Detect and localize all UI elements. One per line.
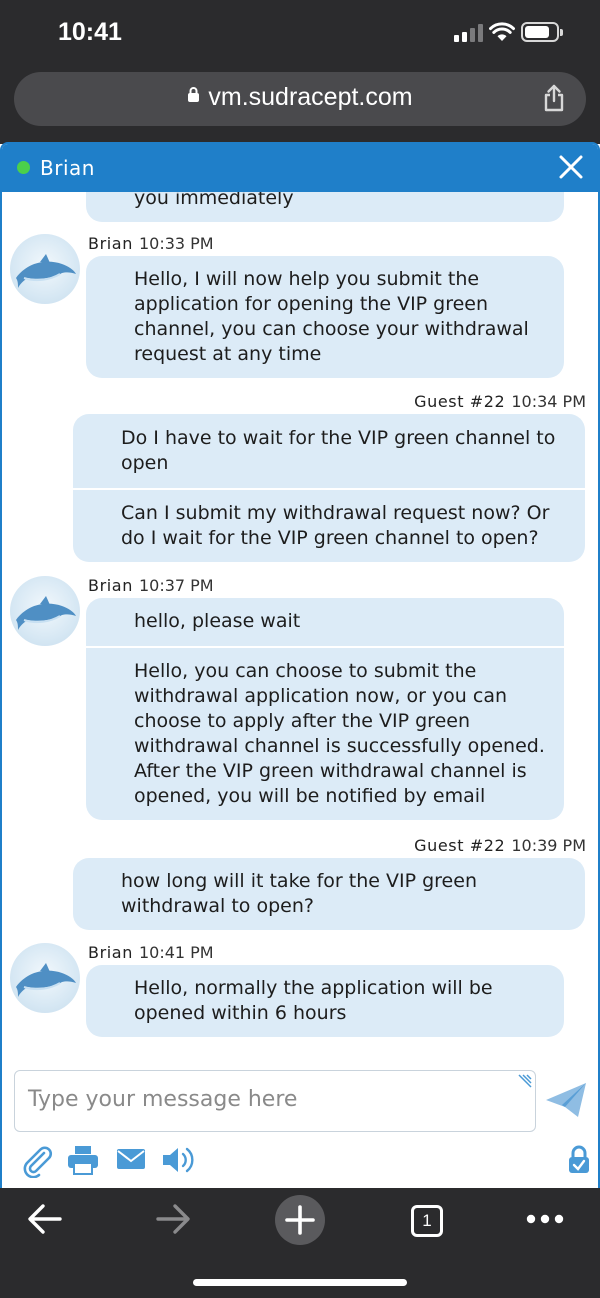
forward-icon[interactable] — [154, 1202, 192, 1236]
message-text: Hello, normally the application will be … — [134, 977, 493, 1024]
message-meta: Brian 10:33 PM — [88, 234, 214, 253]
message-bubble: how long will it take for the VIP green … — [73, 858, 585, 930]
online-status-icon — [17, 161, 30, 174]
sound-icon[interactable] — [160, 1144, 196, 1176]
message-input-placeholder: Type your message here — [28, 1087, 298, 1112]
sender-name: Guest #22 — [414, 392, 506, 411]
message-bubble: Hello, I will now help you submit the ap… — [86, 256, 564, 378]
browser-bottom-bar: 1 — [0, 1188, 600, 1298]
message-text: Hello, I will now help you submit the ap… — [134, 268, 529, 365]
message-time: 10:37 PM — [138, 576, 214, 595]
message-time: 10:33 PM — [138, 234, 214, 253]
secure-lock-icon[interactable] — [568, 1144, 590, 1174]
email-icon[interactable] — [116, 1148, 146, 1170]
agent-avatar — [10, 234, 80, 304]
agent-avatar — [10, 576, 80, 646]
sender-name: Brian — [88, 576, 133, 595]
cellular-signal-icon — [454, 24, 483, 42]
close-icon[interactable] — [558, 154, 584, 180]
message-text: how long will it take for the VIP green … — [121, 870, 477, 917]
sender-name: Guest #22 — [414, 836, 506, 855]
message-time: 10:41 PM — [138, 943, 214, 962]
agent-avatar — [10, 943, 80, 1013]
message-meta: Brian 10:41 PM — [88, 943, 214, 962]
wifi-icon — [489, 22, 515, 41]
message-text: Can I submit my withdrawal request now? … — [121, 502, 550, 549]
chat-header: Brian — [2, 144, 598, 192]
message-meta: Guest #22 10:39 PM — [414, 836, 586, 855]
back-icon[interactable] — [26, 1202, 64, 1236]
message-bubble: Do I have to wait for the VIP green chan… — [73, 414, 585, 488]
message-bubble: Hello, normally the application will be … — [86, 965, 564, 1037]
chat-window: Brian you immediately Brian 10:33 PM Hell… — [0, 142, 600, 1190]
message-meta: Brian 10:37 PM — [88, 576, 214, 595]
message-time: 10:39 PM — [511, 836, 586, 855]
battery-icon — [521, 22, 563, 42]
dolphin-icon — [16, 596, 76, 630]
message-bubble: hello, please wait — [86, 598, 564, 646]
browser-top-bar: 10:41 vm.sudracept.com — [0, 0, 600, 144]
url-bar[interactable]: vm.sudracept.com — [14, 72, 586, 126]
lock-icon — [188, 87, 200, 102]
print-icon[interactable] — [66, 1144, 100, 1176]
chat-header-name: Brian — [40, 156, 95, 180]
message-text: you immediately — [134, 192, 294, 209]
message-time: 10:34 PM — [511, 392, 586, 411]
sender-name: Brian — [88, 943, 133, 962]
new-tab-icon[interactable] — [274, 1194, 326, 1246]
home-indicator[interactable] — [193, 1279, 407, 1286]
sender-name: Brian — [88, 234, 133, 253]
message-bubble: Hello, you can choose to submit the with… — [86, 648, 564, 820]
message-text: hello, please wait — [134, 610, 301, 632]
message-input[interactable]: Type your message here — [14, 1070, 536, 1132]
message-text: Hello, you can choose to submit the with… — [134, 660, 545, 807]
attach-icon[interactable] — [20, 1144, 54, 1178]
resize-handle-icon[interactable] — [517, 1073, 533, 1089]
message-list[interactable]: you immediately Brian 10:33 PM Hello, I w… — [2, 192, 598, 1060]
dolphin-icon — [16, 963, 76, 997]
more-icon[interactable] — [526, 1214, 564, 1224]
message-text: Do I have to wait for the VIP green chan… — [121, 427, 556, 474]
share-icon[interactable] — [542, 84, 566, 112]
message-meta: Guest #22 10:34 PM — [414, 392, 586, 411]
tab-count: 1 — [422, 1211, 432, 1230]
message-bubble: Can I submit my withdrawal request now? … — [73, 490, 585, 562]
send-icon[interactable] — [544, 1080, 588, 1120]
status-time: 10:41 — [58, 18, 122, 46]
message-bubble: you immediately — [86, 192, 564, 222]
tabs-icon[interactable]: 1 — [411, 1205, 443, 1237]
url-domain: vm.sudracept.com — [208, 83, 413, 111]
dolphin-icon — [16, 254, 76, 288]
